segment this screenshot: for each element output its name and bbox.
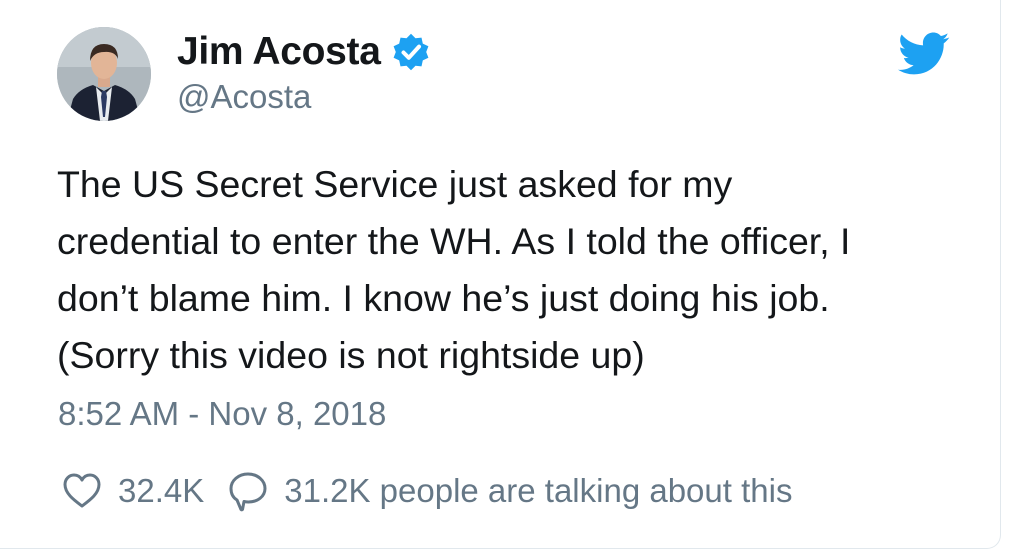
- tweet-stats: 32.4K 31.2K people are talking about thi…: [60, 468, 792, 514]
- tweet-card: Jim Acosta @Acosta The US Secret Service…: [0, 0, 1001, 549]
- avatar[interactable]: [57, 27, 151, 121]
- heart-icon[interactable]: [60, 469, 104, 513]
- avatar-portrait-image: [57, 27, 151, 121]
- speech-bubble-icon[interactable]: [226, 469, 270, 513]
- like-count: 32.4K: [118, 472, 205, 509]
- author-handle[interactable]: @Acosta: [177, 78, 311, 116]
- tweet-text: The US Secret Service just asked for my …: [57, 163, 851, 376]
- verified-badge-icon: [391, 32, 431, 72]
- author-row: Jim Acosta: [177, 30, 431, 74]
- twitter-bird-icon[interactable]: [898, 32, 950, 76]
- talking-count[interactable]: 31.2K people are talking about this: [284, 472, 792, 510]
- tweet-timestamp[interactable]: 8:52 AM - Nov 8, 2018: [58, 395, 386, 433]
- author-name[interactable]: Jim Acosta: [177, 30, 381, 74]
